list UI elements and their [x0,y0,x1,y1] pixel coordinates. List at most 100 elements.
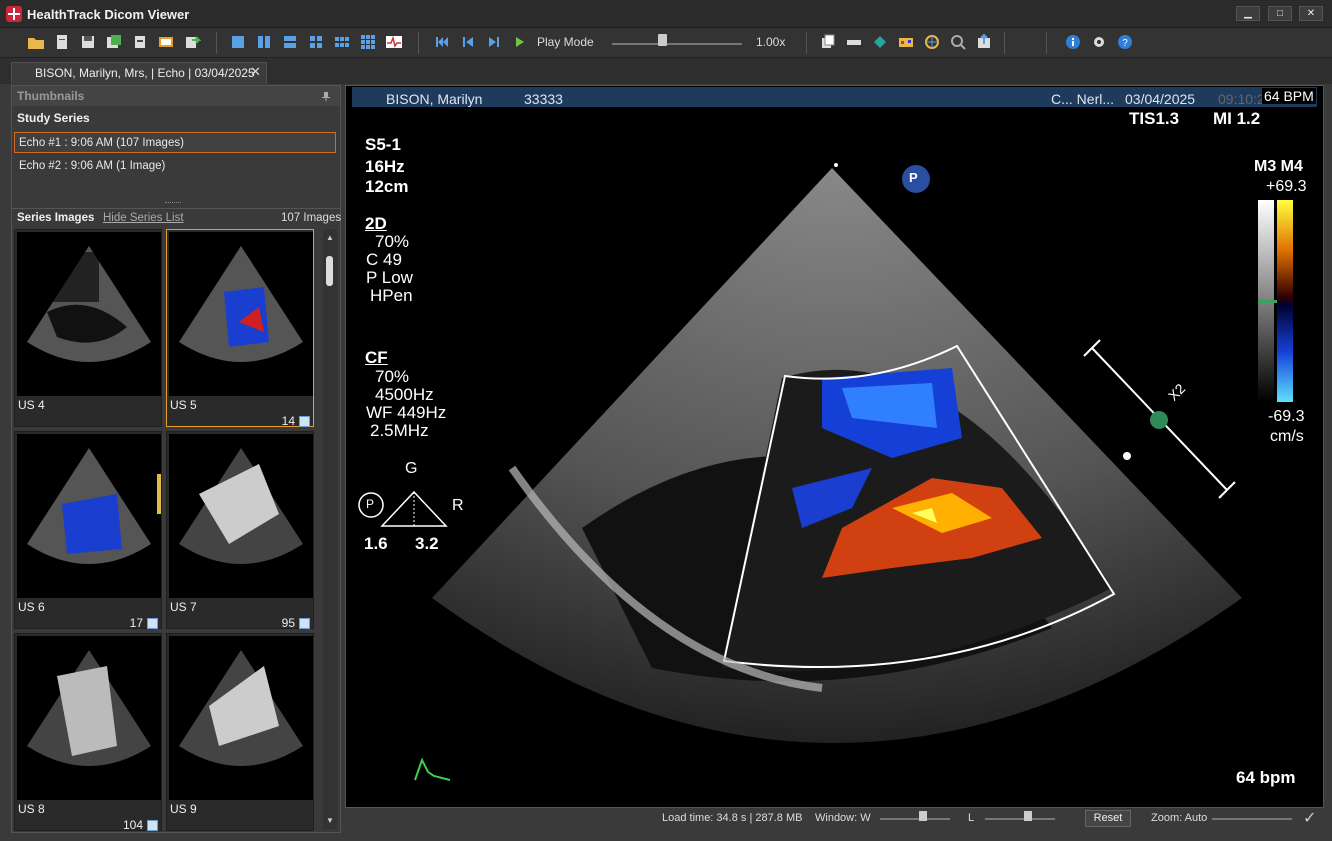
layout-2x1-icon[interactable] [280,32,300,52]
patient-name: BISON, Marilyn [386,91,483,107]
study-series-title: Study Series [17,111,90,125]
series-item-label[interactable]: Echo #2 : 9:06 AM (1 Image) [19,160,165,172]
mode-2d-label: 2D [365,214,387,233]
speed-value: 1.00x [756,35,786,49]
thumbnail-label: US 5 [170,398,197,412]
splitter-grip[interactable] [165,202,181,204]
layout-3x3-icon[interactable] [358,32,378,52]
scroll-down-icon[interactable]: ▼ [326,816,334,825]
maximize-button[interactable]: □ [1268,6,1292,21]
toolbar-separator [1004,32,1005,54]
mode-cf-param: 70% [375,367,410,386]
speed-slider-thumb[interactable] [658,34,667,46]
previous-frame-icon[interactable] [458,32,478,52]
thumbnail-frame-count: 17 [129,616,143,630]
layout-3x2-icon[interactable] [332,32,352,52]
thumbnail-label: US 4 [18,398,45,412]
send-icon[interactable] [182,32,202,52]
reset-button[interactable]: Reset [1085,810,1131,827]
scroll-up-icon[interactable]: ▲ [326,233,334,242]
frames-icon [147,820,158,831]
p-marker-circle: P [909,170,918,185]
frames-icon [299,416,310,427]
color-map-icon[interactable] [896,32,916,52]
thumbnail-us8[interactable]: US 8 104 [14,633,162,832]
mode-2d-param: C 49 [366,250,402,269]
open-folder-icon[interactable] [26,32,46,52]
mode-cf-param: 2.5MHz [370,421,429,440]
magnify-icon[interactable] [948,32,968,52]
window-width-slider[interactable] [880,818,950,820]
upload-icon[interactable] [974,32,994,52]
depth: 12cm [365,177,409,196]
layout-1x2-icon[interactable] [254,32,274,52]
settings-gear-icon[interactable] [1089,32,1109,52]
thumbnails-title: Thumbnails [17,89,85,103]
toolbar-separator [418,32,419,54]
play-icon[interactable] [510,32,530,52]
thumbnail-us7[interactable]: US 7 95 [166,431,314,630]
ultrasound-image [358,163,1242,781]
frames-icon [147,618,158,629]
mode-cf-label: CF [365,348,388,367]
image-count: 107 Images [281,212,342,224]
mode-cf-param: 4500Hz [375,385,434,404]
copy-icon[interactable] [818,32,838,52]
check-icon[interactable]: ✓ [1303,808,1316,828]
thumbnail-label: US 6 [18,600,45,614]
thumbnail-us9[interactable]: US 9 [166,633,314,831]
thumbnail-us6[interactable]: US 6 17 [14,431,162,630]
study-tab-label: BISON, Marilyn, Mrs, | Echo | 03/04/2025 [35,66,255,80]
institution: C... Nerl... [1051,91,1115,107]
image-export-icon[interactable] [156,32,176,52]
mode-2d-param: HPen [370,286,413,305]
scrollbar-thumb[interactable] [326,256,333,286]
ruler-icon[interactable] [844,32,864,52]
tab-close-icon[interactable]: ✕ [250,64,261,80]
thumbnail-us4[interactable]: US 4 [14,229,162,427]
p-marker: P [366,497,375,511]
zoom-label[interactable]: Zoom: Auto [1151,812,1207,824]
layout-1x1-icon[interactable] [228,32,248,52]
series-images-title: Series Images [17,212,95,224]
window-width-label: Window: W [815,812,871,824]
velocity-colorbar [1258,200,1293,402]
info-icon[interactable] [1063,32,1083,52]
next-frame-icon[interactable] [484,32,504,52]
toolbar-separator [216,32,217,54]
value-left: 1.6 [364,534,388,553]
hide-series-list-link[interactable]: Hide Series List [103,212,184,224]
mode-cf-param: WF 449Hz [366,403,447,422]
thumbnail-label: US 8 [18,802,45,816]
toolbar-separator [806,32,807,54]
pin-icon[interactable] [320,90,332,102]
first-frame-icon[interactable] [432,32,452,52]
layout-2x2-icon[interactable] [306,32,326,52]
close-button[interactable]: ✕ [1299,6,1323,21]
grid-icon[interactable] [922,32,942,52]
zoom-slider[interactable] [1212,818,1292,820]
thumbnail-us5[interactable]: US 5 14 [166,229,314,428]
roi-icon[interactable] [870,32,890,52]
load-time: Load time: 34.8 s | 287.8 MB [662,812,803,824]
window-width-thumb[interactable] [919,811,927,821]
minimize-button[interactable]: ▁ [1236,6,1260,21]
r-label: R [452,497,464,514]
g-label: G [405,460,418,477]
title-bar [0,0,1332,28]
help-icon[interactable]: ? [1115,32,1135,52]
save-icon[interactable] [78,32,98,52]
window-level-thumb[interactable] [1024,811,1032,821]
colorbar-unit: cm/s [1270,428,1304,445]
window-level-slider[interactable] [985,818,1055,820]
thumbnail-scrollbar[interactable] [323,229,337,829]
colorbar-max: +69.3 [1266,178,1307,195]
play-mode-label[interactable]: Play Mode [537,35,594,49]
save-all-icon[interactable] [104,32,124,52]
ecg-icon[interactable] [384,32,404,52]
export-icon[interactable] [130,32,150,52]
speed-slider[interactable] [612,43,742,45]
open-file-icon[interactable] [52,32,72,52]
value-right: 3.2 [415,534,439,553]
study-date: 03/04/2025 [1125,91,1196,107]
